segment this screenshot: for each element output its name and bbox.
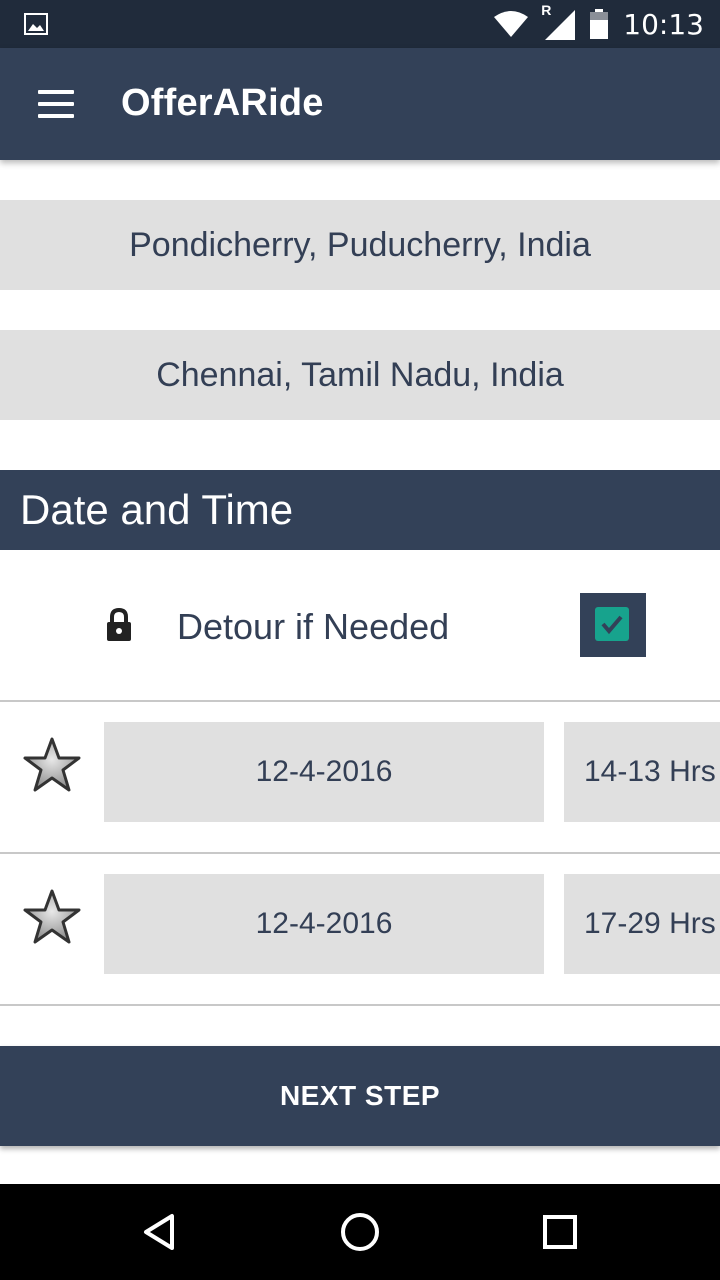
star-icon[interactable]: [22, 888, 82, 948]
signal-icon: R: [541, 2, 576, 40]
status-bar: R 10:13: [0, 0, 720, 48]
navigation-bar: [0, 1184, 720, 1280]
recents-icon[interactable]: [538, 1210, 582, 1254]
date-time-section-header: Date and Time: [0, 470, 720, 550]
image-notification-icon: [24, 13, 48, 35]
app-bar: OfferARide: [0, 48, 720, 160]
date-field[interactable]: 12-4-2016: [104, 722, 544, 822]
time-field[interactable]: 17-29 Hrs: [564, 874, 720, 974]
time-field[interactable]: 14-13 Hrs: [564, 722, 720, 822]
lock-icon: [107, 608, 131, 641]
roaming-indicator: R: [541, 2, 552, 18]
hamburger-menu-icon[interactable]: [36, 88, 76, 120]
from-location-field[interactable]: Pondicherry, Puducherry, India: [0, 200, 720, 290]
battery-icon: [590, 9, 609, 39]
status-clock: 10:13: [623, 7, 704, 41]
app-title: OfferARide: [121, 82, 324, 124]
divider: [0, 1004, 720, 1006]
detour-row: Detour if Needed: [0, 550, 720, 701]
date-field[interactable]: 12-4-2016: [104, 874, 544, 974]
star-icon[interactable]: [22, 736, 82, 796]
detour-label: Detour if Needed: [177, 606, 450, 647]
schedule-row: 12-4-2016 17-29 Hrs: [0, 854, 720, 1005]
checkbox-check-icon: [595, 607, 629, 641]
wifi-icon: [494, 11, 529, 37]
back-icon[interactable]: [138, 1210, 182, 1254]
detour-checkbox[interactable]: [580, 593, 646, 657]
schedule-row: 12-4-2016 14-13 Hrs: [0, 702, 720, 853]
to-location-field[interactable]: Chennai, Tamil Nadu, India: [0, 330, 720, 420]
home-icon[interactable]: [338, 1210, 382, 1254]
next-step-button[interactable]: NEXT STEP: [0, 1046, 720, 1146]
